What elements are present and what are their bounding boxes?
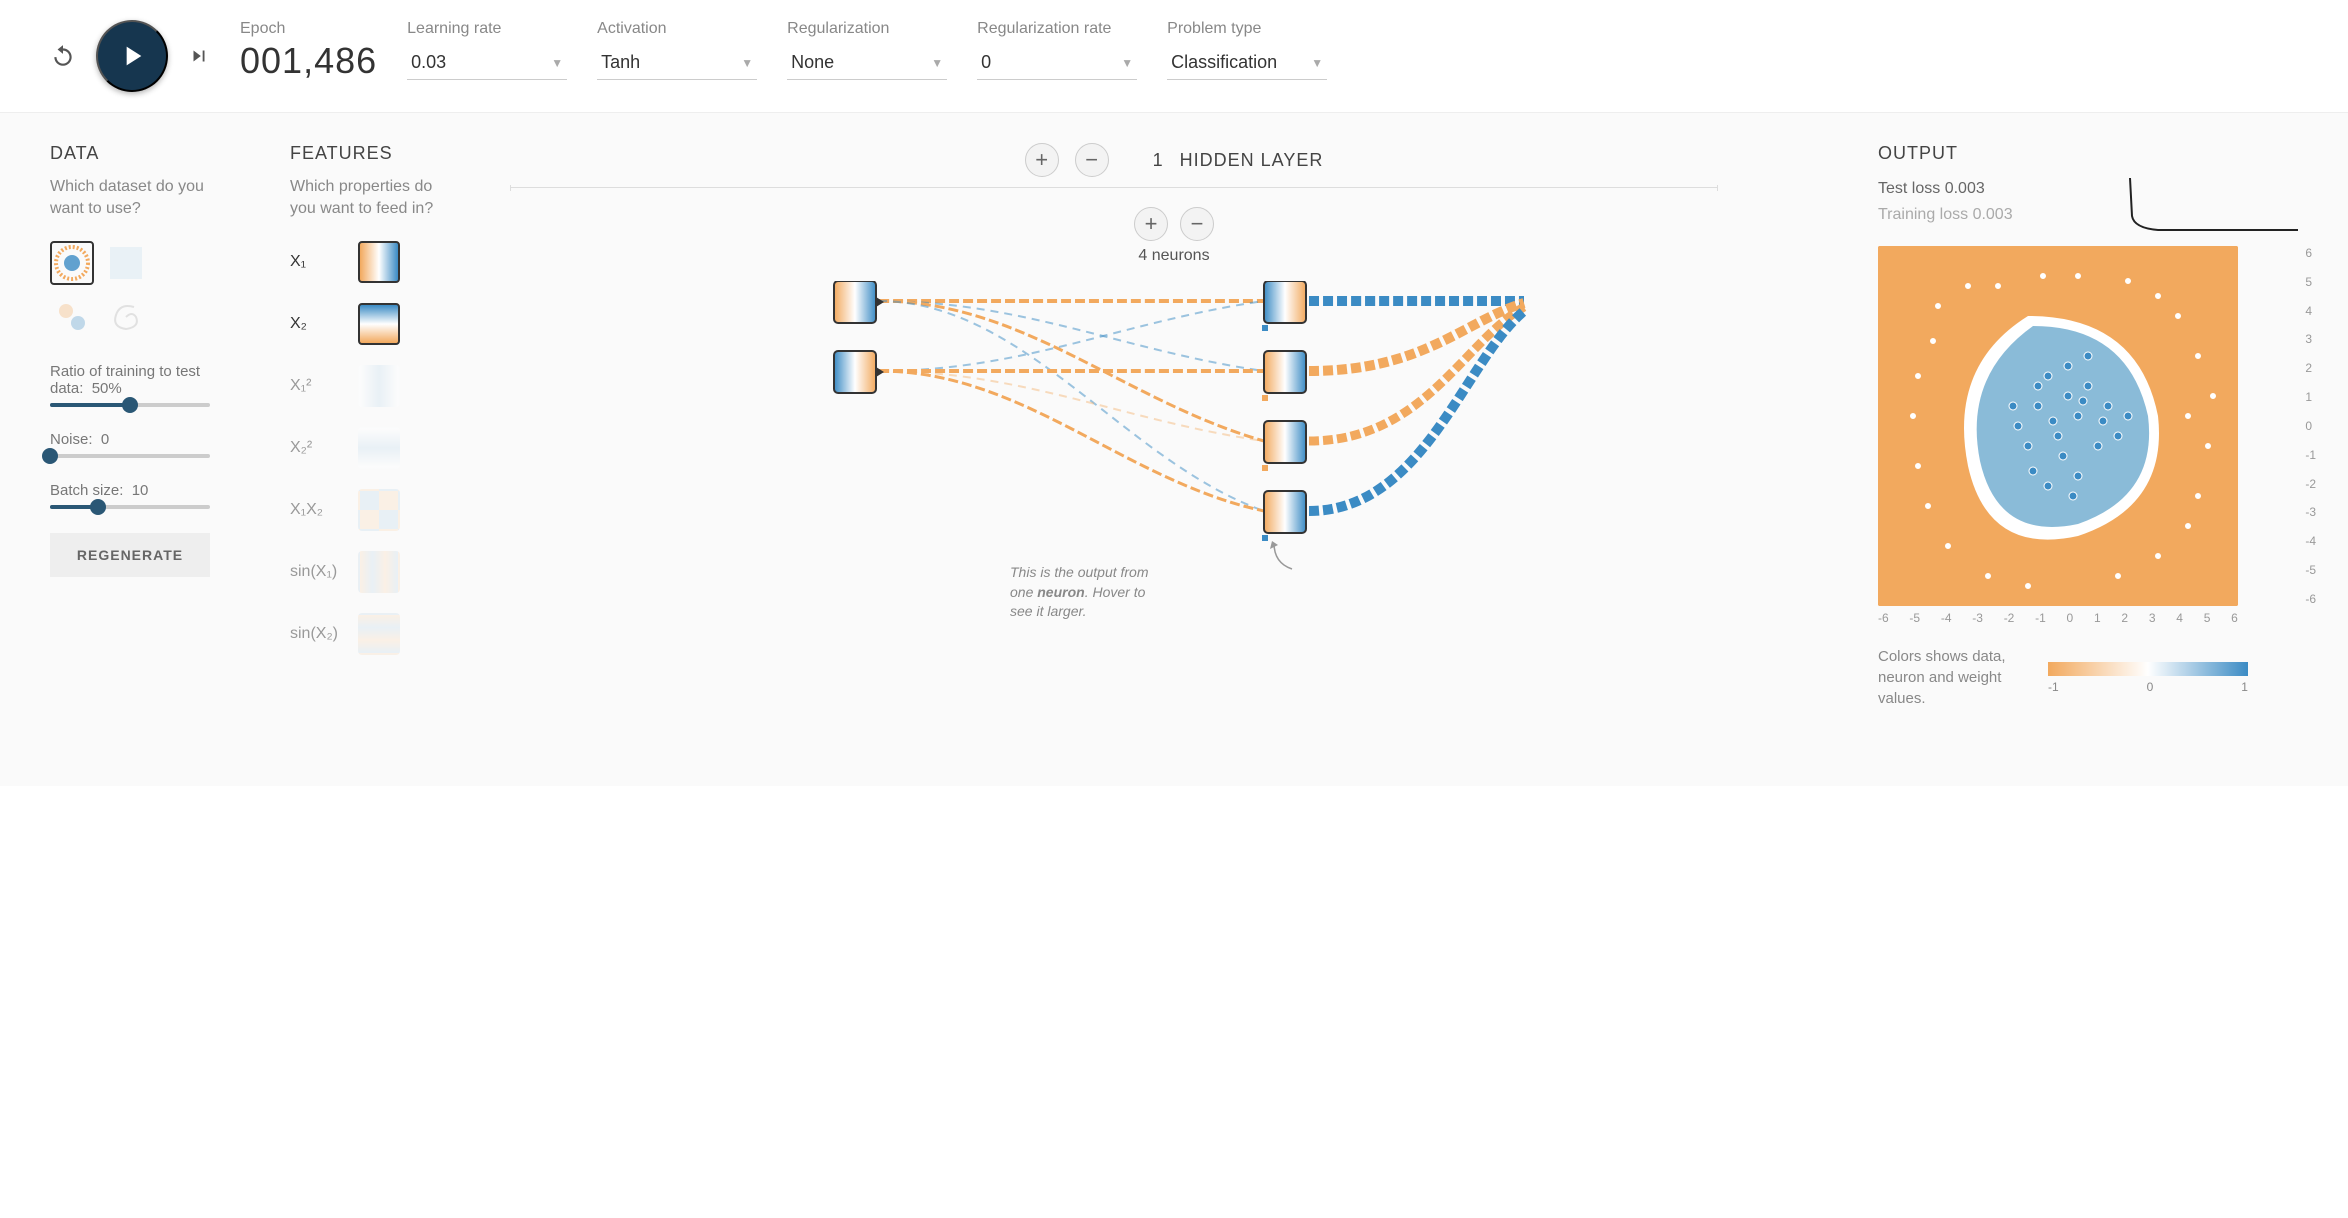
dataset-xor[interactable] [50, 295, 94, 339]
activation-select[interactable]: Tanh ▼ [597, 46, 757, 80]
learning-rate-label: Learning rate [407, 20, 567, 38]
output-title: OUTPUT [1878, 143, 2298, 164]
feature-thumb [358, 551, 400, 593]
feature-label: X₁X₂ [290, 501, 348, 519]
layer-rule [510, 187, 1718, 189]
feature-label: X₁ [290, 253, 348, 271]
hidden-layer-label: HIDDEN LAYER [1180, 150, 1324, 171]
feature-6[interactable]: sin(X₂) [290, 613, 470, 655]
loss-text: Test loss 0.003 Training loss 0.003 [1878, 176, 2013, 227]
minus-icon: − [1085, 147, 1098, 173]
epoch-label: Epoch [240, 20, 377, 38]
reg-rate-select[interactable]: 0 ▼ [977, 46, 1137, 80]
chevron-down-icon: ▼ [931, 56, 943, 70]
feature-thumb [358, 427, 400, 469]
regularization-label: Regularization [787, 20, 947, 38]
input-node-x1[interactable] [834, 281, 884, 323]
feature-thumb [358, 303, 400, 345]
feature-label: sin(X₁) [290, 563, 348, 581]
x-axis-ticks: -6-5-4-3-2-10123456 [1878, 611, 2238, 625]
data-title: DATA [50, 143, 250, 164]
hidden-neuron-3[interactable] [1262, 421, 1306, 471]
hidden-neuron-1[interactable] [1262, 281, 1306, 331]
network-diagram [510, 281, 1838, 751]
remove-neuron-button[interactable]: − [1180, 207, 1214, 241]
feature-thumb [358, 241, 400, 283]
noise-slider[interactable] [50, 454, 210, 458]
remove-layer-button[interactable]: − [1075, 143, 1109, 177]
legend-text: Colors shows data, neuron and weight val… [1878, 646, 2028, 709]
dataset-spiral[interactable] [104, 295, 148, 339]
chevron-down-icon: ▼ [551, 56, 563, 70]
batch-label: Batch size: 10 [50, 482, 250, 499]
dataset-circle[interactable] [50, 241, 94, 285]
feature-thumb [358, 365, 400, 407]
feature-thumb [358, 613, 400, 655]
problem-type-select[interactable]: Classification ▼ [1167, 46, 1327, 80]
dataset-circle-icon [52, 243, 92, 283]
feature-2[interactable]: X₁² [290, 365, 470, 407]
ratio-slider[interactable] [50, 403, 210, 407]
neurons-label: 4 neurons [510, 247, 1838, 265]
epoch-display: Epoch 001,486 [240, 20, 377, 82]
feature-label: X₂² [290, 439, 348, 457]
regularization-select[interactable]: None ▼ [787, 46, 947, 80]
data-subtitle: Which dataset do you want to use? [50, 176, 220, 221]
play-icon [116, 40, 148, 72]
dataset-gauss[interactable] [104, 241, 148, 285]
reset-icon [50, 43, 76, 69]
step-button[interactable] [188, 45, 210, 67]
feature-3[interactable]: X₂² [290, 427, 470, 469]
noise-label: Noise: 0 [50, 431, 250, 448]
feature-label: X₂ [290, 315, 348, 333]
feature-5[interactable]: sin(X₁) [290, 551, 470, 593]
dataset-spiral-icon [106, 297, 146, 337]
chevron-down-icon: ▼ [1311, 56, 1323, 70]
features-title: FEATURES [290, 143, 470, 164]
input-node-x2[interactable] [834, 351, 884, 393]
dataset-xor-icon [52, 297, 92, 337]
plus-icon: + [1145, 211, 1158, 237]
features-subtitle: Which properties do you want to feed in? [290, 176, 460, 221]
activation-label: Activation [597, 20, 757, 38]
color-legend: -1 0 1 [2048, 662, 2248, 694]
hidden-neuron-4[interactable] [1262, 491, 1306, 541]
loss-chart [2128, 176, 2298, 236]
reset-button[interactable] [50, 43, 76, 69]
batch-slider[interactable] [50, 505, 210, 509]
minus-icon: − [1191, 211, 1204, 237]
hidden-layer-count: 1 [1153, 150, 1164, 171]
output-heatmap[interactable] [1878, 246, 2238, 606]
reg-rate-label: Regularization rate [977, 20, 1137, 38]
add-layer-button[interactable]: + [1025, 143, 1059, 177]
plus-icon: + [1035, 147, 1048, 173]
skip-next-icon [188, 45, 210, 67]
ratio-label: Ratio of training to test data: 50% [50, 363, 250, 397]
chevron-down-icon: ▼ [1121, 56, 1133, 70]
feature-0[interactable]: X₁ [290, 241, 470, 283]
neuron-callout: This is the output from one neuron. Hove… [1010, 563, 1170, 622]
feature-label: X₁² [290, 377, 348, 395]
feature-thumb [358, 489, 400, 531]
feature-1[interactable]: X₂ [290, 303, 470, 345]
hidden-neuron-2[interactable] [1262, 351, 1306, 401]
chevron-down-icon: ▼ [741, 56, 753, 70]
y-axis-ticks: 6543210-1-2-3-4-5-6 [2305, 246, 2316, 606]
dataset-gauss-icon [106, 243, 146, 283]
regenerate-button[interactable]: REGENERATE [50, 533, 210, 577]
play-button[interactable] [96, 20, 168, 92]
problem-type-label: Problem type [1167, 20, 1327, 38]
feature-4[interactable]: X₁X₂ [290, 489, 470, 531]
learning-rate-select[interactable]: 0.03 ▼ [407, 46, 567, 80]
add-neuron-button[interactable]: + [1134, 207, 1168, 241]
epoch-value: 001,486 [240, 40, 377, 82]
feature-label: sin(X₂) [290, 625, 348, 643]
